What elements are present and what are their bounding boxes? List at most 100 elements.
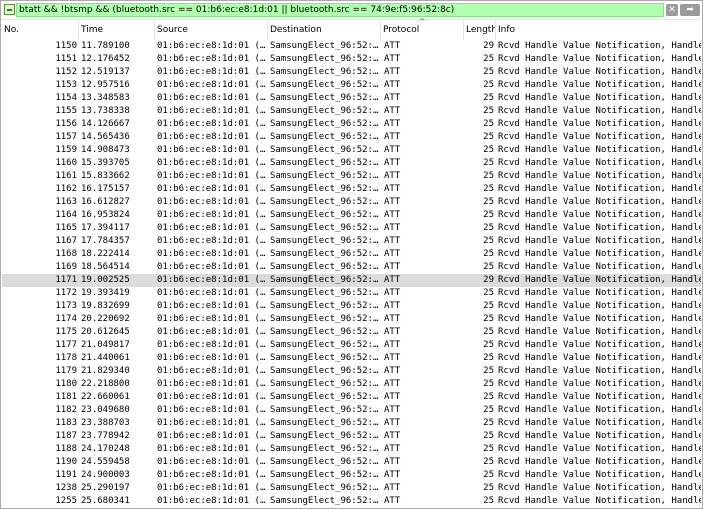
packet-info: Rcvd Handle Value Notification, Handle [498,496,701,506]
packet-protocol: ATT [384,470,401,480]
table-row[interactable]: 1160 15.393705 01:b6:ec:e8:1d:01 (… Samsung… [2,157,701,170]
bookmark-filter-icon[interactable] [4,4,15,15]
table-row[interactable]: 1161 15.833662 01:b6:ec:e8:1d:01 (… Samsung… [2,170,701,183]
packet-number: 1159 [55,145,77,155]
packet-info: Rcvd Handle Value Notification, Handle [498,132,701,142]
packet-info: Rcvd Handle Value Notification, Handle [498,314,701,324]
column-header-length[interactable]: Length [464,20,496,40]
column-header-no[interactable]: No. [2,20,79,40]
table-row[interactable]: 1190 24.559458 01:b6:ec:e8:1d:01 (… Samsung… [2,456,701,469]
table-row[interactable]: 1179 21.829340 01:b6:ec:e8:1d:01 (… Samsung… [2,365,701,378]
table-row[interactable]: 1153 12.957516 01:b6:ec:e8:1d:01 (… Samsung… [2,79,701,92]
packet-protocol: ATT [384,210,401,220]
sort-indicator-icon: ^ [419,17,426,26]
packet-number: 1165 [55,223,77,233]
packet-protocol: ATT [384,54,401,64]
packet-protocol: ATT [384,145,401,155]
table-row[interactable]: 1238 25.290197 01:b6:ec:e8:1d:01 (… Samsung… [2,482,701,495]
table-row[interactable]: 1187 23.778942 01:b6:ec:e8:1d:01 (… Samsung… [2,430,701,443]
table-row[interactable]: 1159 14.908473 01:b6:ec:e8:1d:01 (… Samsung… [2,144,701,157]
packet-source: 01:b6:ec:e8:1d:01 (… [157,41,266,51]
table-row[interactable]: 1167 17.784357 01:b6:ec:e8:1d:01 (… Samsung… [2,235,701,248]
table-row[interactable]: 1157 14.565436 01:b6:ec:e8:1d:01 (… Samsung… [2,131,701,144]
table-row[interactable]: 1151 12.176452 01:b6:ec:e8:1d:01 (… Samsung… [2,53,701,66]
packet-info: Rcvd Handle Value Notification, Handle [498,483,701,493]
packet-time: 23.778942 [81,431,130,441]
table-row[interactable]: 1174 20.220692 01:b6:ec:e8:1d:01 (… Samsung… [2,313,701,326]
packet-protocol: ATT [384,444,401,454]
table-row[interactable]: 1177 21.049817 01:b6:ec:e8:1d:01 (… Samsung… [2,339,701,352]
packet-number: 1188 [55,444,77,454]
packet-time: 19.832699 [81,301,130,311]
table-row[interactable]: 1171 19.002525 01:b6:ec:e8:1d:01 (… Samsung… [2,274,701,287]
packet-number: 1238 [55,483,77,493]
packet-destination: SamsungElect_96:52:… [270,470,379,480]
packet-time: 21.049817 [81,340,130,350]
packet-info: Rcvd Handle Value Notification, Handle [498,184,701,194]
table-row[interactable]: 1150 11.789100 01:b6:ec:e8:1d:01 (… Samsung… [2,40,701,53]
table-row[interactable]: 1183 23.388703 01:b6:ec:e8:1d:01 (… Samsung… [2,417,701,430]
table-row[interactable]: 1169 18.564514 01:b6:ec:e8:1d:01 (… Samsung… [2,261,701,274]
packet-info: Rcvd Handle Value Notification, Handle [498,197,701,207]
packet-source: 01:b6:ec:e8:1d:01 (… [157,93,266,103]
packet-length: 29 [483,275,494,285]
table-row[interactable]: 1156 14.126667 01:b6:ec:e8:1d:01 (… Samsung… [2,118,701,131]
packet-protocol: ATT [384,314,401,324]
packet-protocol: ATT [384,340,401,350]
packet-source: 01:b6:ec:e8:1d:01 (… [157,340,266,350]
clear-filter-button[interactable]: ✕ [666,4,678,16]
table-row[interactable]: 1182 23.049680 01:b6:ec:e8:1d:01 (… Samsung… [2,404,701,417]
table-row[interactable]: 1173 19.832699 01:b6:ec:e8:1d:01 (… Samsung… [2,300,701,313]
table-row[interactable]: 1165 17.394117 01:b6:ec:e8:1d:01 (… Samsung… [2,222,701,235]
packet-number: 1182 [55,405,77,415]
packet-destination: SamsungElect_96:52:… [270,158,379,168]
packet-number: 1178 [55,353,77,363]
column-header-destination[interactable]: Destination [268,20,381,40]
packet-protocol: ATT [384,327,401,337]
packet-source: 01:b6:ec:e8:1d:01 (… [157,275,266,285]
table-row[interactable]: 1163 16.612827 01:b6:ec:e8:1d:01 (… Samsung… [2,196,701,209]
column-header-source[interactable]: Source [155,20,268,40]
packet-protocol: ATT [384,184,401,194]
packet-info: Rcvd Handle Value Notification, Handle [498,327,701,337]
table-row[interactable]: 1155 13.738338 01:b6:ec:e8:1d:01 (… Samsung… [2,105,701,118]
packet-length: 25 [483,197,494,207]
packet-info: Rcvd Handle Value Notification, Handle [498,392,701,402]
packet-time: 14.126667 [81,119,130,129]
table-row[interactable]: 1164 16.953824 01:b6:ec:e8:1d:01 (… Samsung… [2,209,701,222]
packet-time: 21.440061 [81,353,130,363]
packet-time: 18.222414 [81,249,130,259]
apply-filter-button[interactable]: ➡ [680,4,700,16]
packet-source: 01:b6:ec:e8:1d:01 (… [157,171,266,181]
packet-info: Rcvd Handle Value Notification, Handle [498,444,701,454]
column-header-info[interactable]: Info [496,20,701,40]
display-filter-input[interactable]: btatt && !btsmp && (bluetooth.src == 01:… [16,3,664,17]
packet-protocol: ATT [384,67,401,77]
table-row[interactable]: 1152 12.519137 01:b6:ec:e8:1d:01 (… Samsung… [2,66,701,79]
table-row[interactable]: 1255 25.680341 01:b6:ec:e8:1d:01 (… Samsung… [2,495,701,508]
table-row[interactable]: 1162 16.175157 01:b6:ec:e8:1d:01 (… Samsung… [2,183,701,196]
table-row[interactable]: 1168 18.222414 01:b6:ec:e8:1d:01 (… Samsung… [2,248,701,261]
table-row[interactable]: 1172 19.393419 01:b6:ec:e8:1d:01 (… Samsung… [2,287,701,300]
packet-length: 25 [483,301,494,311]
packet-info: Rcvd Handle Value Notification, Handle [498,236,701,246]
packet-info: Rcvd Handle Value Notification, Handle [498,210,701,220]
packet-protocol: ATT [384,392,401,402]
table-row[interactable]: 1178 21.440061 01:b6:ec:e8:1d:01 (… Samsung… [2,352,701,365]
packet-number: 1152 [55,67,77,77]
table-row[interactable]: 1154 13.348583 01:b6:ec:e8:1d:01 (… Samsung… [2,92,701,105]
column-header-time[interactable]: Time [79,20,155,40]
packet-protocol: ATT [384,483,401,493]
table-row[interactable]: 1191 24.900003 01:b6:ec:e8:1d:01 (… Samsung… [2,469,701,482]
packet-time: 15.393705 [81,158,130,168]
packet-number: 1157 [55,132,77,142]
packet-info: Rcvd Handle Value Notification, Handle [498,301,701,311]
table-row[interactable]: 1180 22.218800 01:b6:ec:e8:1d:01 (… Samsung… [2,378,701,391]
table-row[interactable]: 1181 22.660061 01:b6:ec:e8:1d:01 (… Samsung… [2,391,701,404]
packet-number: 1187 [55,431,77,441]
packet-destination: SamsungElect_96:52:… [270,431,379,441]
packet-destination: SamsungElect_96:52:… [270,379,379,389]
table-row[interactable]: 1188 24.170248 01:b6:ec:e8:1d:01 (… Samsung… [2,443,701,456]
table-row[interactable]: 1175 20.612645 01:b6:ec:e8:1d:01 (… Samsung… [2,326,701,339]
packet-source: 01:b6:ec:e8:1d:01 (… [157,366,266,376]
